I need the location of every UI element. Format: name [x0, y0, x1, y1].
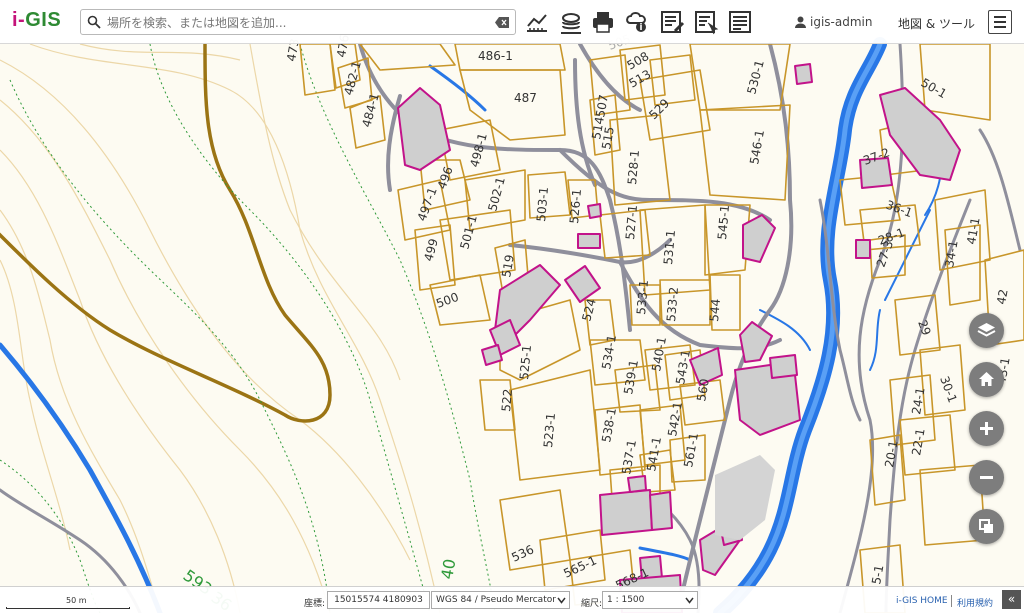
list-edit-icon[interactable] — [659, 9, 685, 35]
svg-text:40: 40 — [437, 557, 459, 580]
user-icon — [795, 16, 806, 28]
map-canvas[interactable]: 486-1 487 482-1 484-1 498-1 496 497-1 50… — [0, 0, 1024, 613]
crs-value: WGS 84 / Pseudo Mercator — [436, 595, 556, 605]
search-icon[interactable] — [87, 15, 101, 29]
zoom-in-icon — [980, 422, 993, 435]
layers-icon — [979, 519, 993, 533]
chevron-down-icon — [557, 597, 566, 604]
logo-name: GIS — [25, 9, 62, 31]
info-icon[interactable] — [624, 9, 650, 35]
map-tools-menu[interactable]: 地図 & ツール — [898, 15, 975, 32]
search-box — [80, 9, 516, 35]
list-icon[interactable] — [727, 9, 753, 35]
scale-select[interactable]: 1 : 1500 — [602, 591, 698, 609]
svg-text:544: 544 — [707, 298, 723, 322]
svg-text:487: 487 — [514, 91, 537, 105]
home-button[interactable] — [969, 362, 1004, 397]
user-name: igis-admin — [810, 15, 873, 29]
search-input[interactable] — [105, 12, 489, 34]
scale-label: 縮尺: — [581, 599, 603, 609]
hamburger-icon — [994, 16, 1006, 28]
zoom-out-icon — [980, 476, 993, 479]
zoom-out-button[interactable] — [969, 460, 1004, 495]
scale-bar-label: 50 m — [66, 596, 87, 605]
scale-bar: 50 m — [6, 591, 132, 609]
basemap-button[interactable] — [969, 313, 1004, 348]
svg-text:486-1: 486-1 — [478, 49, 513, 63]
coordinate-label: 座標: — [304, 599, 326, 609]
top-toolbar: i-GIS igis-admin 地図 & ツール — [0, 0, 1024, 44]
crs-select[interactable]: WGS 84 / Pseudo Mercator — [431, 591, 570, 609]
coordinate-field[interactable]: 15015574 4180903 — [327, 591, 430, 609]
logo-prefix: i- — [12, 9, 26, 31]
layers-button[interactable] — [969, 509, 1004, 544]
terms-link[interactable]: 利用規約 — [957, 596, 993, 609]
status-bar: 50 m 座標: 15015574 4180903 WGS 84 / Pseud… — [0, 586, 1024, 613]
basemap-icon — [977, 323, 996, 337]
app-logo[interactable]: i-GIS — [12, 9, 61, 32]
user-menu[interactable]: igis-admin — [795, 15, 872, 29]
scale-bar-line — [6, 607, 130, 609]
igis-home-link[interactable]: i-GIS HOME — [896, 596, 948, 606]
home-icon — [979, 372, 994, 386]
list-select-icon[interactable] — [693, 9, 719, 35]
chevron-down-icon — [685, 597, 694, 604]
layers-edit-icon[interactable] — [558, 9, 584, 35]
svg-text:522: 522 — [499, 388, 515, 412]
scale-value: 1 : 1500 — [607, 595, 645, 605]
svg-text:42: 42 — [994, 288, 1010, 305]
zoom-in-button[interactable] — [969, 411, 1004, 446]
clear-icon[interactable] — [495, 17, 509, 28]
collapse-panel-button[interactable]: « — [1002, 590, 1021, 609]
print-icon[interactable] — [590, 9, 616, 35]
footer-divider — [951, 595, 952, 607]
hamburger-menu-button[interactable] — [988, 10, 1012, 34]
measure-icon[interactable] — [524, 9, 550, 35]
